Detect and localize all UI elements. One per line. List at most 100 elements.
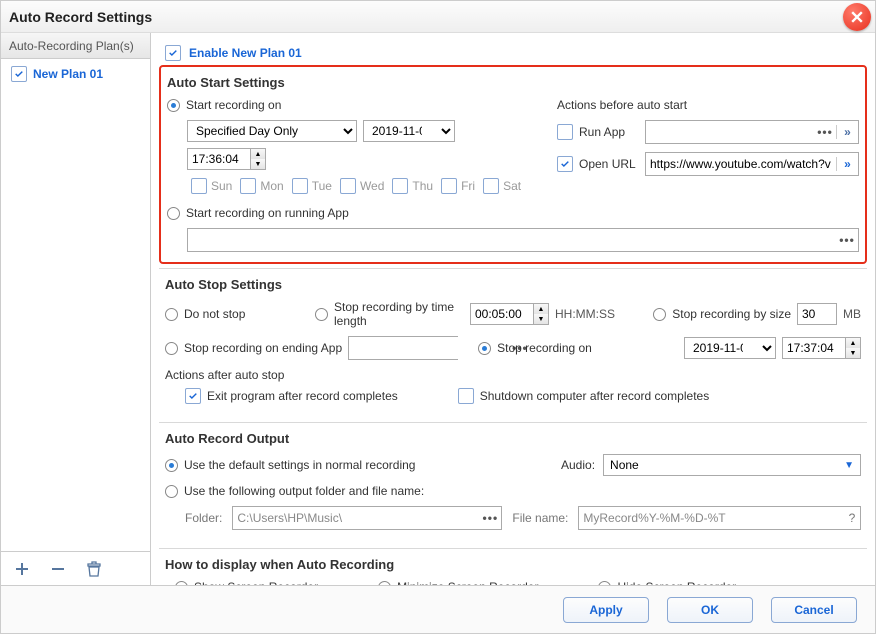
use-following-label: Use the following output folder and file… (184, 484, 424, 498)
delete-plan-button[interactable] (85, 560, 103, 578)
stop-by-length-label: Stop recording by time length (334, 300, 464, 328)
enable-plan-checkbox[interactable] (165, 45, 181, 61)
filename-input[interactable] (579, 507, 844, 529)
stop-date-select[interactable]: 2019-11-05 (684, 337, 776, 359)
stop-size-input[interactable] (797, 303, 837, 325)
exit-program-label: Exit program after record completes (207, 389, 398, 403)
actions-before-label: Actions before auto start (557, 98, 687, 112)
exit-program-checkbox[interactable] (185, 388, 201, 404)
output-title: Auto Record Output (165, 431, 861, 446)
sidebar-item-plan[interactable]: New Plan 01 (1, 59, 150, 89)
run-app-checkbox[interactable] (557, 124, 573, 140)
stop-by-size-radio[interactable] (653, 308, 666, 321)
run-app-input[interactable] (646, 121, 814, 143)
start-on-app-radio[interactable] (167, 207, 180, 220)
day-mon[interactable] (240, 178, 256, 194)
audio-label: Audio: (561, 458, 595, 472)
filename-help-icon[interactable]: ? (844, 511, 860, 525)
plus-icon (14, 561, 30, 577)
open-url-go[interactable]: » (836, 157, 858, 171)
stop-time-down[interactable]: ▼ (846, 348, 860, 358)
schedule-type-select[interactable]: Specified Day Only (187, 120, 357, 142)
filename-label: File name: (512, 511, 568, 525)
day-sun[interactable] (191, 178, 207, 194)
use-default-radio[interactable] (165, 459, 178, 472)
enable-plan-row: Enable New Plan 01 (159, 41, 867, 65)
run-app-label: Run App (579, 125, 639, 139)
window-title: Auto Record Settings (9, 9, 152, 25)
day-fri[interactable] (441, 178, 457, 194)
day-tue[interactable] (292, 178, 308, 194)
stop-time-spinner[interactable]: ▲▼ (782, 337, 861, 359)
enable-plan-label: Enable New Plan 01 (189, 46, 302, 60)
body: Auto-Recording Plan(s) New Plan 01 Enabl… (1, 33, 875, 585)
start-time-spinner[interactable]: ▲▼ (187, 148, 266, 170)
stop-length-input[interactable] (471, 304, 533, 324)
use-following-radio[interactable] (165, 485, 178, 498)
day-thu[interactable] (392, 178, 408, 194)
run-app-go[interactable]: » (836, 125, 858, 139)
running-app-browse[interactable]: ••• (836, 233, 858, 247)
start-time-down[interactable]: ▼ (251, 159, 265, 169)
no-stop-radio[interactable] (165, 308, 178, 321)
chevron-down-icon: ▼ (844, 460, 854, 471)
day-sat[interactable] (483, 178, 499, 194)
shutdown-label: Shutdown computer after record completes (480, 389, 709, 403)
open-url-field[interactable]: » (645, 152, 859, 176)
run-app-field[interactable]: ••• » (645, 120, 859, 144)
folder-browse[interactable]: ••• (479, 511, 501, 525)
audio-value: None (610, 458, 639, 472)
days-row: Sun Mon Tue Wed Thu Fri Sat (191, 178, 537, 194)
open-url-checkbox[interactable] (557, 156, 573, 172)
running-app-input[interactable] (188, 229, 836, 251)
filename-field[interactable]: ? (578, 506, 861, 530)
auto-start-title: Auto Start Settings (167, 75, 859, 90)
auto-start-group: Auto Start Settings Start recording on S… (159, 65, 867, 264)
start-on-date-label: Start recording on (186, 98, 281, 112)
stop-on-date-radio[interactable] (478, 342, 491, 355)
length-down[interactable]: ▼ (534, 314, 548, 324)
auto-record-settings-window: Auto Record Settings Auto-Recording Plan… (0, 0, 876, 634)
open-url-label: Open URL (579, 157, 639, 171)
auto-stop-title: Auto Stop Settings (165, 277, 861, 292)
stop-time-input[interactable] (783, 338, 845, 358)
display-group: How to display when Auto Recording Show … (159, 548, 867, 585)
no-stop-label: Do not stop (184, 307, 245, 321)
remove-plan-button[interactable] (49, 560, 67, 578)
length-up[interactable]: ▲ (534, 304, 548, 314)
add-plan-button[interactable] (13, 560, 31, 578)
folder-label: Folder: (185, 511, 222, 525)
stop-by-length-radio[interactable] (315, 308, 328, 321)
stop-by-size-label: Stop recording by size (672, 307, 791, 321)
ok-button[interactable]: OK (667, 597, 753, 623)
day-wed[interactable] (340, 178, 356, 194)
titlebar: Auto Record Settings (1, 1, 875, 33)
cancel-button[interactable]: Cancel (771, 597, 857, 623)
stop-on-date-label: Stop recording on (497, 341, 592, 355)
audio-select[interactable]: None ▼ (603, 454, 861, 476)
output-group: Auto Record Output Use the default setti… (159, 422, 867, 548)
start-on-date-radio[interactable] (167, 99, 180, 112)
ending-app-field[interactable]: ••• (348, 336, 458, 360)
plan-checkbox[interactable] (11, 66, 27, 82)
content: Enable New Plan 01 Auto Start Settings S… (151, 33, 875, 585)
minus-icon (50, 561, 66, 577)
stop-time-up[interactable]: ▲ (846, 338, 860, 348)
use-default-label: Use the default settings in normal recor… (184, 458, 415, 472)
trash-icon (87, 561, 101, 577)
close-button[interactable] (843, 3, 871, 31)
apply-button[interactable]: Apply (563, 597, 649, 623)
folder-input[interactable] (233, 507, 479, 529)
running-app-field[interactable]: ••• (187, 228, 859, 252)
open-url-input[interactable] (646, 153, 836, 175)
start-date-select[interactable]: 2019-11-05 (363, 120, 455, 142)
start-time-up[interactable]: ▲ (251, 149, 265, 159)
folder-field[interactable]: ••• (232, 506, 502, 530)
stop-length-spinner[interactable]: ▲▼ (470, 303, 549, 325)
sidebar-tab[interactable]: Auto-Recording Plan(s) (1, 33, 150, 59)
stop-on-ending-app-radio[interactable] (165, 342, 178, 355)
start-time-input[interactable] (188, 149, 250, 169)
run-app-browse[interactable]: ••• (814, 125, 836, 139)
shutdown-checkbox[interactable] (458, 388, 474, 404)
actions-after-label: Actions after auto stop (165, 368, 861, 382)
